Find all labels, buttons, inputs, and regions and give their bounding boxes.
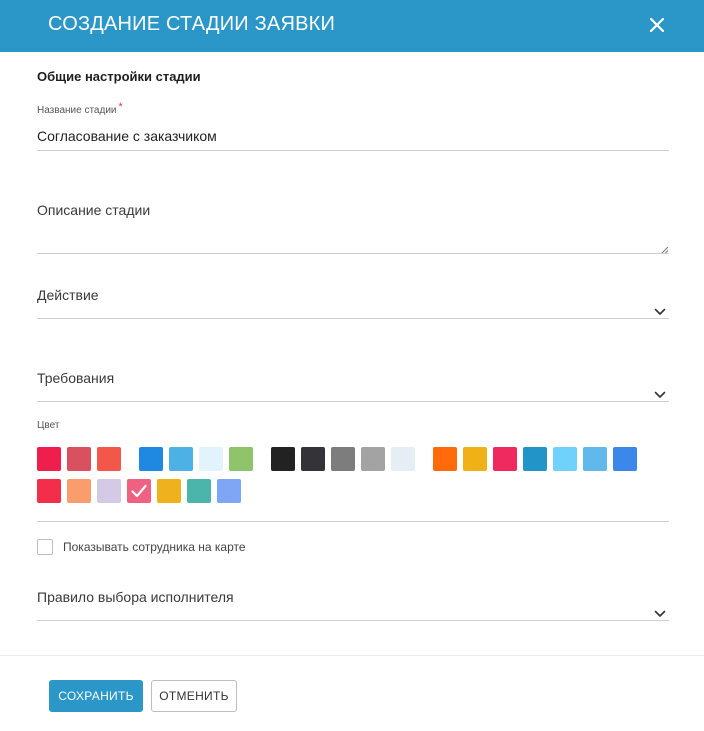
- action-underline: [37, 318, 669, 319]
- color-swatch[interactable]: [463, 447, 487, 471]
- color-swatch[interactable]: [199, 447, 223, 471]
- color-swatch[interactable]: [67, 447, 91, 471]
- color-swatch[interactable]: [187, 479, 211, 503]
- description-underline: [37, 253, 669, 254]
- executor-rule-underline: [37, 620, 669, 621]
- color-swatch[interactable]: [391, 447, 415, 471]
- color-swatch[interactable]: [553, 447, 577, 471]
- color-swatch[interactable]: [217, 479, 241, 503]
- color-swatch[interactable]: [97, 479, 121, 503]
- color-swatch[interactable]: [67, 479, 91, 503]
- show-employee-label: Показывать сотрудника на карте: [63, 540, 246, 554]
- executor-rule-select[interactable]: Правило выбора исполнителя: [37, 589, 234, 605]
- show-employee-checkbox[interactable]: [37, 539, 53, 555]
- color-swatch[interactable]: [157, 479, 181, 503]
- color-swatch[interactable]: [271, 447, 295, 471]
- resize-grip-icon[interactable]: [660, 241, 669, 255]
- stage-name-input[interactable]: Согласование с заказчиком: [37, 128, 217, 144]
- close-icon[interactable]: [646, 14, 668, 36]
- stage-name-label-text: Название стадии: [37, 105, 117, 116]
- color-swatch[interactable]: [361, 447, 385, 471]
- color-swatch[interactable]: [301, 447, 325, 471]
- color-swatch[interactable]: [139, 447, 163, 471]
- color-swatch[interactable]: [613, 447, 637, 471]
- footer-divider: [0, 655, 704, 656]
- description-textarea[interactable]: Описание стадии: [37, 202, 150, 218]
- save-button[interactable]: СОХРАНИТЬ: [49, 680, 143, 712]
- stage-name-label: Название стадии *: [37, 101, 123, 116]
- requirements-underline: [37, 401, 669, 402]
- color-swatch[interactable]: [169, 447, 193, 471]
- color-swatch[interactable]: [433, 447, 457, 471]
- action-select[interactable]: Действие: [37, 287, 99, 303]
- color-underline: [37, 521, 669, 522]
- color-label: Цвет: [37, 420, 60, 431]
- section-title: Общие настройки стадии: [37, 69, 201, 84]
- stage-name-underline: [37, 150, 669, 151]
- chevron-down-icon[interactable]: [654, 605, 666, 617]
- chevron-down-icon[interactable]: [654, 303, 666, 315]
- color-swatch[interactable]: [97, 447, 121, 471]
- color-swatch[interactable]: [493, 447, 517, 471]
- color-swatch[interactable]: [583, 447, 607, 471]
- cancel-button[interactable]: ОТМЕНИТЬ: [151, 680, 237, 712]
- color-swatch[interactable]: [37, 447, 61, 471]
- color-swatch[interactable]: [523, 447, 547, 471]
- color-swatch[interactable]: [37, 479, 61, 503]
- color-swatch[interactable]: [127, 479, 151, 503]
- color-swatch[interactable]: [229, 447, 253, 471]
- chevron-down-icon[interactable]: [654, 386, 666, 398]
- modal-header: СОЗДАНИЕ СТАДИИ ЗАЯВКИ: [0, 0, 704, 52]
- modal-title: СОЗДАНИЕ СТАДИИ ЗАЯВКИ: [48, 13, 336, 35]
- color-swatch[interactable]: [331, 447, 355, 471]
- checkmark-icon: [131, 484, 147, 498]
- requirements-select[interactable]: Требования: [37, 370, 114, 386]
- required-mark: *: [118, 101, 123, 113]
